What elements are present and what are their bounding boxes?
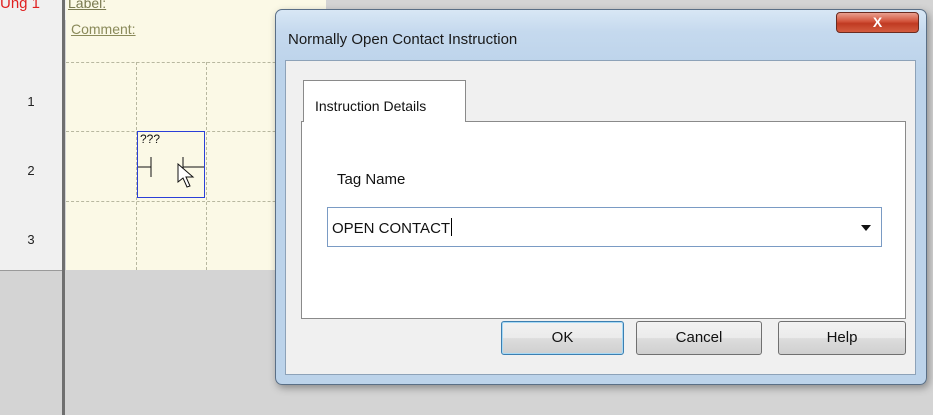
close-icon: X bbox=[872, 14, 883, 30]
rung-comment-field[interactable]: Comment: bbox=[71, 21, 136, 37]
rung-label: Ung 1 bbox=[0, 0, 41, 12]
tab-instruction-details[interactable]: Instruction Details bbox=[303, 80, 466, 122]
help-button[interactable]: Help bbox=[778, 321, 906, 355]
tag-name-label: Tag Name bbox=[337, 171, 406, 188]
close-button[interactable]: X bbox=[836, 12, 919, 33]
row-gutter: 1 2 3 bbox=[0, 20, 62, 270]
row-number-3: 3 bbox=[27, 232, 35, 247]
tag-name-combobox[interactable]: OPEN CONTACT bbox=[327, 207, 882, 247]
tag-dialog: Normally Open Contact Instruction X Inst… bbox=[275, 9, 927, 385]
rung-label-field[interactable]: Label: bbox=[68, 0, 106, 11]
mouse-pointer-icon bbox=[177, 163, 195, 188]
dialog-title: Normally Open Contact Instruction bbox=[288, 31, 518, 48]
tag-name-value: OPEN CONTACT bbox=[332, 220, 451, 237]
power-rail bbox=[62, 0, 65, 415]
cancel-button[interactable]: Cancel bbox=[636, 321, 762, 355]
dropdown-arrow-icon[interactable] bbox=[861, 225, 871, 231]
ok-button[interactable]: OK bbox=[501, 321, 624, 355]
rung-header: Ung 1 bbox=[0, 0, 66, 20]
text-caret bbox=[451, 218, 453, 236]
normally-open-contact[interactable]: ??? bbox=[137, 131, 205, 198]
gutter-divider bbox=[0, 270, 62, 271]
row-number-1: 1 bbox=[27, 94, 35, 109]
grid-line bbox=[206, 62, 207, 270]
row-number-2: 2 bbox=[27, 163, 35, 178]
